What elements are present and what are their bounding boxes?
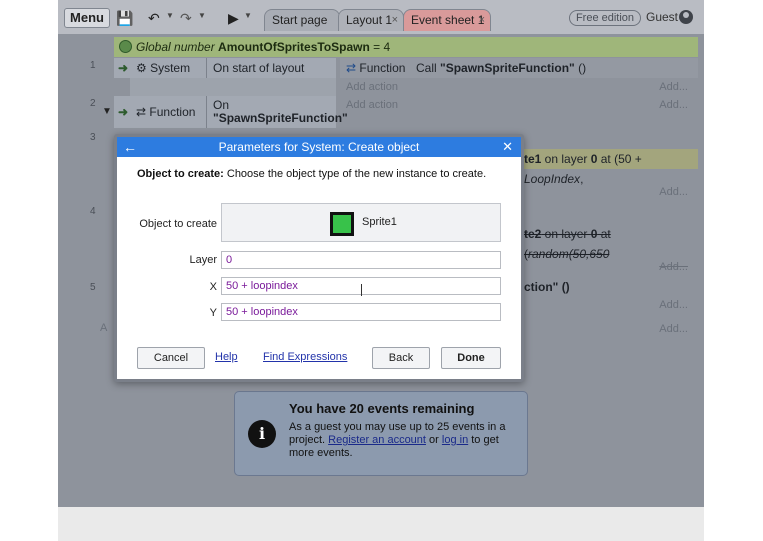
global-var-value: = 4 — [369, 40, 391, 54]
function-icon: ⇄ — [346, 61, 357, 75]
guest-label[interactable]: Guest — [646, 10, 678, 24]
condition-text: On start of layout — [206, 58, 304, 78]
notice-title: You have 20 events remaining — [289, 401, 475, 416]
play-dropdown-icon[interactable]: ▼ — [244, 11, 252, 20]
dialog-title-bar: ← Parameters for System: Create object ✕ — [117, 137, 521, 157]
action-text: te1 on layer 0 at (50 + LoopIndex, — [524, 152, 642, 186]
app-window: Menu 💾 ↶ ▼ ↷ ▼ ▶ ▼ Start page Layout 1 × … — [58, 0, 704, 507]
arrow-icon: ➜ — [118, 105, 129, 119]
back-button[interactable]: Back — [372, 347, 430, 369]
parameters-dialog: ← Parameters for System: Create object ✕… — [114, 134, 524, 382]
tab-event-sheet-1[interactable]: Event sheet 1 × — [403, 9, 491, 31]
cancel-button[interactable]: Cancel — [137, 347, 205, 369]
redo-icon[interactable]: ↷ — [180, 9, 192, 27]
close-icon[interactable]: ✕ — [502, 137, 513, 157]
toolbar: Menu 💾 ↶ ▼ ↷ ▼ ▶ ▼ Start page Layout 1 × … — [58, 0, 704, 34]
tab-label: Event sheet 1 — [411, 13, 485, 27]
y-input[interactable]: 50 + loopindex — [221, 303, 501, 321]
menu-button[interactable]: Menu — [64, 8, 110, 28]
object-picker[interactable]: Sprite1 — [221, 203, 501, 242]
login-link[interactable]: log in — [442, 434, 468, 446]
info-icon: i — [248, 420, 276, 448]
x-label: X — [209, 281, 217, 293]
condition-object: ⇄ Function — [136, 105, 196, 119]
action-row[interactable]: te2 on layer 0 at (random(50,650 — [524, 224, 698, 261]
action-text: Call "SpawnSpriteFunction" () — [416, 61, 587, 75]
action-row[interactable]: ⇄ Function Call "SpawnSpriteFunction" () — [340, 58, 698, 78]
global-var-prefix: Global number — [136, 40, 219, 54]
condition-empty-row — [130, 78, 336, 98]
global-var-name: AmountOfSpritesToSpawn — [218, 40, 370, 54]
add-action-link[interactable]: Add... — [524, 183, 698, 201]
find-expressions-link[interactable]: Find Expressions — [263, 351, 347, 363]
action-object: Function — [359, 61, 406, 75]
dialog-title: Parameters for System: Create object — [218, 140, 420, 154]
user-avatar-icon[interactable] — [679, 10, 693, 24]
event-number: 5 — [90, 282, 96, 293]
event-number: 2 — [90, 98, 96, 109]
redo-dropdown-icon[interactable]: ▼ — [198, 11, 206, 20]
tab-label: Layout 1 — [346, 13, 393, 27]
add-action-link[interactable]: Add... — [524, 258, 698, 276]
layer-label: Layer — [189, 254, 217, 266]
bottom-strip — [58, 507, 704, 541]
play-icon[interactable]: ▶ — [228, 9, 239, 27]
tab-label: Start page — [272, 13, 328, 27]
tab-close-icon[interactable]: × — [479, 10, 485, 31]
collapse-arrow-icon[interactable]: ▼ — [102, 106, 112, 117]
guest-events-notice: i You have 20 events remaining As a gues… — [234, 391, 528, 476]
action-text: te2 on layer 0 at (random(50,650 — [524, 227, 611, 261]
tab-close-icon[interactable]: × — [392, 10, 398, 31]
register-account-link[interactable]: Register an account — [328, 434, 426, 446]
save-icon[interactable]: 💾 — [116, 9, 133, 27]
back-arrow-icon[interactable]: ← — [123, 137, 137, 157]
arrow-icon: ➜ — [118, 61, 129, 75]
event-number: 4 — [90, 206, 96, 217]
layer-input[interactable]: 0 — [221, 251, 501, 269]
object-to-create-label: Object to create — [139, 218, 217, 230]
add-action-link[interactable]: Add action Add... — [346, 96, 698, 114]
event-number: 3 — [90, 132, 96, 143]
condition-row[interactable]: ➜ ⇄ Function On "SpawnSpriteFunction" — [114, 96, 348, 128]
text-cursor-icon — [361, 284, 369, 296]
condition-object: ⚙ System — [136, 61, 191, 75]
action-row[interactable]: te1 on layer 0 at (50 + LoopIndex, — [524, 149, 698, 186]
dialog-description: Object to create: Choose the object type… — [137, 168, 487, 180]
tab-start-page[interactable]: Start page — [264, 9, 340, 31]
condition-row[interactable]: ➜ ⚙ System On start of layout — [114, 58, 336, 78]
tab-layout-1[interactable]: Layout 1 × — [338, 9, 404, 31]
help-link[interactable]: Help — [215, 351, 238, 363]
sprite-icon — [330, 212, 354, 236]
action-row[interactable]: ction" () — [524, 277, 698, 297]
globe-icon — [119, 40, 132, 53]
notice-body: As a guest you may use up to 25 events i… — [289, 421, 506, 459]
add-fragment[interactable]: A — [100, 322, 107, 334]
add-event-link[interactable]: Add... — [524, 320, 698, 338]
global-variable-row[interactable]: Global number AmountOfSpritesToSpawn = 4 — [114, 37, 698, 57]
free-edition-badge[interactable]: Free edition — [569, 10, 641, 26]
undo-icon[interactable]: ↶ — [148, 9, 160, 27]
y-label: Y — [209, 307, 217, 319]
add-action-link[interactable]: Add action Add... — [346, 78, 698, 96]
object-name: Sprite1 — [362, 216, 397, 228]
condition-text: On "SpawnSpriteFunction" — [206, 96, 348, 128]
done-button[interactable]: Done — [441, 347, 501, 369]
undo-dropdown-icon[interactable]: ▼ — [166, 11, 174, 20]
event-number: 1 — [90, 60, 96, 71]
action-text: ction" () — [524, 280, 570, 294]
add-action-link[interactable]: Add... — [524, 296, 698, 314]
